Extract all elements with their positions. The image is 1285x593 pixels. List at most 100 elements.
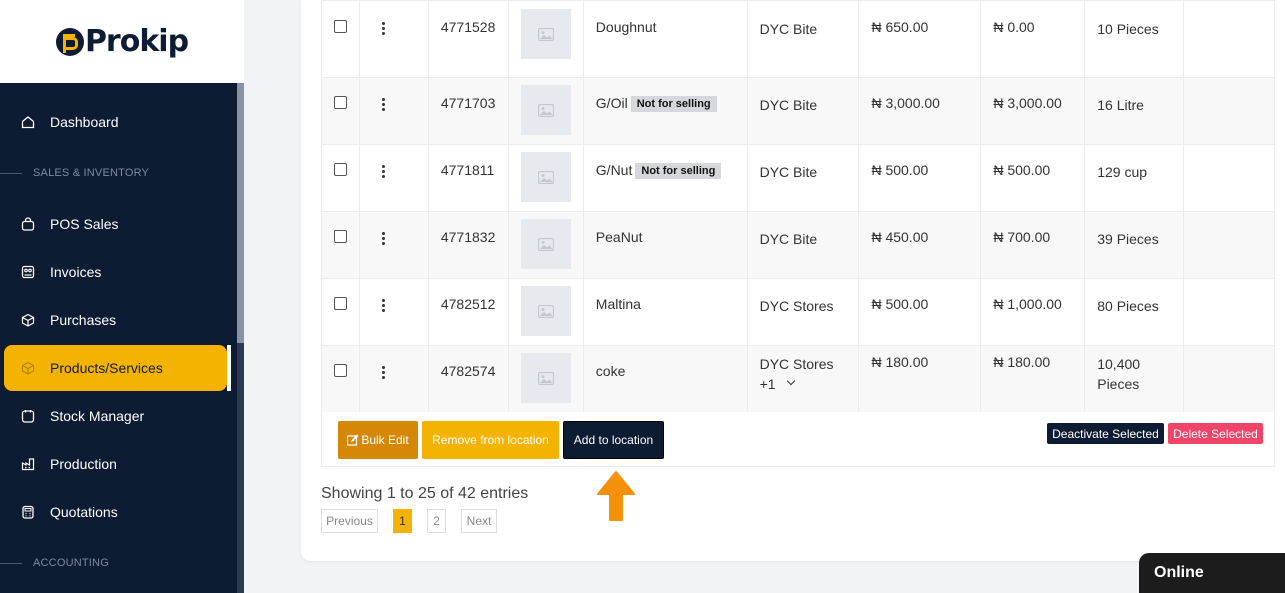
sidebar-item-quotations[interactable]: Quotations: [4, 489, 227, 535]
sidebar-section-label: SALES & INVENTORY: [33, 167, 150, 179]
sku-cell: 4771811: [428, 144, 509, 212]
more-vertical-icon[interactable]: [381, 19, 386, 35]
row-checkbox[interactable]: [334, 297, 347, 310]
more-vertical-icon[interactable]: [381, 162, 386, 178]
selling-price-cell: ₦ 1,000.00: [980, 278, 1086, 346]
pagination-previous[interactable]: Previous: [321, 509, 378, 533]
add-to-location-button[interactable]: Add to location: [563, 421, 664, 459]
sidebar-item-dashboard[interactable]: Dashboard: [4, 99, 227, 145]
purchase-price-cell: ₦ 3,000.00: [858, 77, 982, 145]
purchase-price: ₦ 500.00: [871, 296, 929, 312]
empty-cell: [1183, 345, 1275, 413]
sidebar-scrollbar-thumb[interactable]: [237, 83, 244, 343]
stock-cell: 39 Pieces: [1084, 211, 1185, 279]
purchase-price-cell: ₦ 500.00: [858, 278, 982, 346]
selling-price: ₦ 3,000.00: [993, 95, 1062, 111]
selling-price-cell: ₦ 180.00: [980, 345, 1086, 413]
location-cell: DYC Bite: [747, 0, 860, 78]
sku-cell: 4771703: [428, 77, 509, 145]
sidebar-item-purchases[interactable]: Purchases: [4, 297, 227, 343]
row-checkbox[interactable]: [334, 20, 347, 33]
sku-cell: 4782512: [428, 278, 509, 346]
pagination-summary: Showing 1 to 25 of 42 entries: [321, 485, 529, 502]
sidebar-item-pos-sales[interactable]: POS Sales: [4, 201, 227, 247]
product-name-cell: Doughnut: [583, 0, 748, 78]
sidebar-item-stock-manager[interactable]: Stock Manager: [4, 393, 227, 439]
row-checkbox[interactable]: [334, 230, 347, 243]
products-table: 4771528 Doughnut DYC Bite ₦ 650.00 ₦ 0.00 10 …: [321, 0, 1275, 413]
product-name: coke: [595, 363, 626, 379]
chat-online-badge[interactable]: Online: [1139, 553, 1285, 593]
product-sku: 4771528: [440, 19, 496, 35]
table-row: 4782574 coke DYC Stores +1 ₦ 180.00 ₦ 180.00 1…: [321, 345, 1275, 413]
row-checkbox[interactable]: [334, 96, 347, 109]
product-name-cell: G/Oil Not for selling: [583, 77, 748, 145]
image-placeholder-icon: [520, 85, 571, 135]
delete-selected-button[interactable]: Delete Selected: [1168, 423, 1263, 444]
image-cell: [508, 211, 584, 279]
image-placeholder-icon: [520, 353, 571, 403]
pagination-next[interactable]: Next: [461, 509, 497, 533]
not-for-selling-badge: Not for selling: [630, 96, 717, 112]
more-vertical-icon[interactable]: [381, 296, 386, 312]
more-vertical-icon[interactable]: [381, 363, 386, 379]
remove-from-location-button[interactable]: Remove from location: [422, 421, 559, 459]
purchase-price: ₦ 180.00: [871, 354, 929, 370]
bulk-edit-button[interactable]: Bulk Edit: [338, 421, 418, 459]
product-sku: 4771703: [440, 95, 496, 111]
more-vertical-icon[interactable]: [381, 95, 386, 111]
remove-from-location-label: Remove from location: [432, 433, 549, 447]
image-placeholder-icon: [520, 152, 571, 202]
empty-cell: [1183, 144, 1275, 212]
product-name-cell: Maltina: [583, 278, 748, 346]
empty-cell: [1183, 211, 1275, 279]
factory-icon: [20, 456, 36, 472]
sku-cell: 4771528: [428, 0, 509, 78]
table-row: 4771811 G/Nut Not for selling DYC Bite ₦ 500…: [321, 144, 1275, 212]
pagination-page-2[interactable]: 2: [427, 509, 446, 533]
sidebar-item-label: Dashboard: [50, 114, 119, 130]
purchase-price-cell: ₦ 180.00: [858, 345, 982, 413]
selling-price-cell: ₦ 0.00: [980, 0, 1086, 78]
row-checkbox[interactable]: [334, 163, 347, 176]
purchase-price-cell: ₦ 500.00: [858, 144, 982, 212]
image-cell: [508, 0, 584, 78]
pagination-page-1[interactable]: 1: [393, 509, 412, 533]
up-arrow-annotation-icon: [597, 471, 635, 521]
prokip-logo[interactable]: Prokip: [55, 24, 189, 59]
image-cell: [508, 345, 584, 413]
location-cell: DYC Stores: [747, 278, 860, 346]
stock-cell: 16 Litre: [1084, 77, 1185, 145]
sidebar-item-label: Stock Manager: [50, 408, 145, 424]
more-vertical-icon[interactable]: [381, 229, 386, 245]
stock-cell: 129 cup: [1084, 144, 1185, 212]
deactivate-selected-button[interactable]: Deactivate Selected: [1047, 423, 1164, 444]
image-placeholder-icon: [520, 219, 571, 269]
current-stock: 39 Pieces: [1097, 231, 1159, 247]
row-checkbox[interactable]: [334, 364, 347, 377]
selling-price: ₦ 1,000.00: [993, 296, 1062, 312]
chevron-down-icon[interactable]: [786, 376, 795, 386]
selling-price: ₦ 500.00: [993, 162, 1051, 178]
sidebar-item-production[interactable]: Production: [4, 441, 227, 487]
location-cell: DYC Bite: [747, 77, 860, 145]
row-checkbox-cell: [321, 0, 360, 78]
product-name: Maltina: [595, 296, 641, 312]
image-placeholder-icon: [520, 286, 571, 336]
prokip-logo-mark-icon: [55, 27, 84, 56]
sidebar-item-label: Production: [50, 456, 117, 472]
current-stock: 80 Pieces: [1097, 298, 1159, 314]
logo-area: Prokip: [0, 0, 244, 83]
current-stock: 129 cup: [1097, 164, 1148, 180]
row-actions-cell: [359, 278, 429, 346]
image-cell: [508, 278, 584, 346]
sidebar-item-products-services[interactable]: Products/Services: [4, 345, 231, 391]
selling-price: ₦ 0.00: [993, 19, 1035, 35]
current-stock: 10,400 Pieces: [1097, 356, 1141, 392]
calculator-icon: [20, 504, 36, 520]
sidebar-item-invoices[interactable]: Invoices: [4, 249, 227, 295]
product-sku: 4771811: [440, 162, 495, 178]
table-row: 4782512 Maltina DYC Stores ₦ 500.00 ₦ 1,000.…: [321, 278, 1275, 346]
image-placeholder-icon: [520, 9, 571, 59]
product-name: G/Nut: [595, 162, 633, 178]
